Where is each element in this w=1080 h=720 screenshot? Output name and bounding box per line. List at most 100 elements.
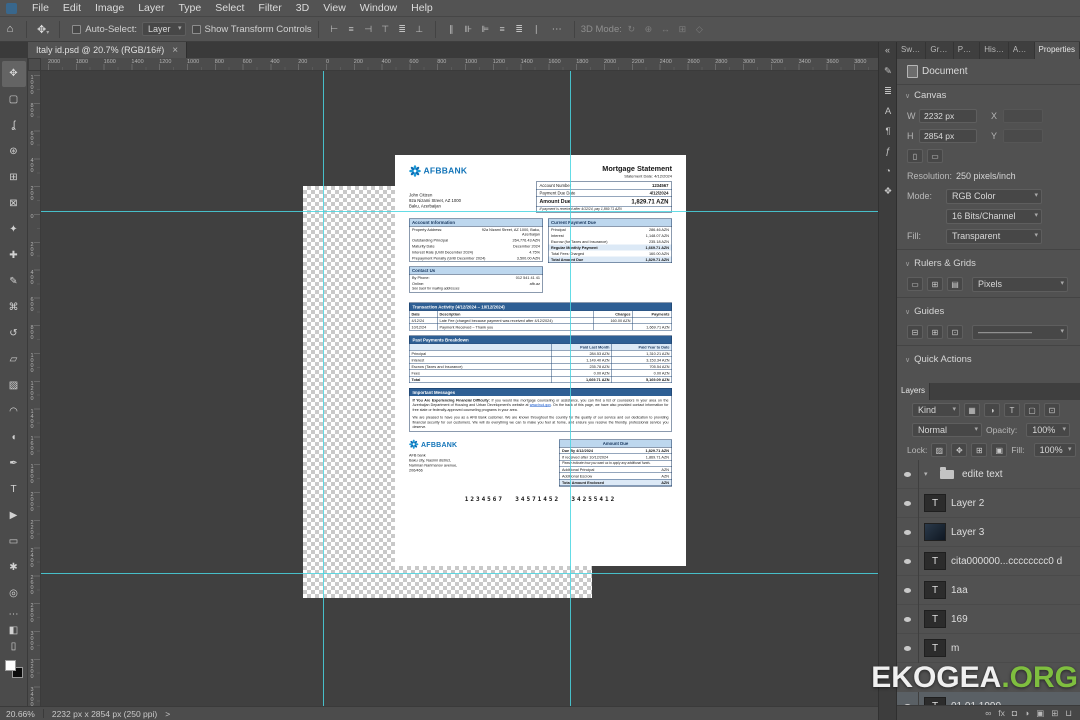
distribute-icon-2[interactable]: ⊫ [478, 24, 493, 35]
panel-tab-patte[interactable]: Patte [954, 42, 981, 59]
canvas-height-field[interactable]: 2854 px [919, 129, 977, 143]
align-icon-4[interactable]: ≣ [395, 24, 410, 35]
canvas-y-field[interactable] [1003, 129, 1043, 143]
screen-mode-icon[interactable]: ▯ [2, 639, 26, 655]
pen-tool[interactable]: ✒ [2, 451, 26, 477]
libraries-panel-icon[interactable]: ❖ [879, 181, 897, 201]
layer-visibility-toggle[interactable] [897, 517, 919, 547]
fill-dropdown[interactable]: Transparent [946, 228, 1042, 244]
align-icon-2[interactable]: ⊣ [361, 24, 376, 35]
move-tool[interactable]: ✥ [1, 61, 26, 87]
layer-row[interactable]: T Layer 2 [897, 488, 1080, 518]
guide-horizontal[interactable] [41, 573, 878, 574]
section-quick-actions[interactable]: Quick Actions [897, 349, 1080, 370]
distribute-icon-3[interactable]: ≡ [495, 24, 510, 34]
new-layer-icon[interactable]: ⊞ [1051, 709, 1058, 718]
foreground-color-swatch[interactable] [4, 660, 16, 671]
distribute-icon-1[interactable]: ⊪ [461, 24, 476, 35]
menu-item-filter[interactable]: Filter [251, 2, 288, 14]
menu-item-image[interactable]: Image [88, 2, 131, 14]
layer-row[interactable]: T 1aa [897, 575, 1080, 605]
menu-item-file[interactable]: File [25, 2, 56, 14]
dodge-tool[interactable]: ◖ [2, 425, 26, 451]
frame-tool[interactable]: ⊠ [2, 191, 26, 217]
paragraph-panel-icon[interactable]: ¶ [879, 121, 897, 141]
type-tool[interactable]: T [2, 477, 26, 503]
character-panel-icon[interactable]: A [879, 101, 897, 121]
adjustment-layer-icon[interactable]: ◑ [1024, 709, 1029, 718]
glyphs-panel-icon[interactable]: ƒ [879, 141, 897, 161]
ruler-horizontal[interactable]: 2000 1800 1600 1400 1200 1000 800 600 400 200 0 200… [41, 58, 878, 71]
section-guides[interactable]: Guides [897, 301, 1080, 322]
quick-mask-icon[interactable]: ◧ [2, 623, 26, 639]
canvas-width-field[interactable]: 2232 px [919, 109, 977, 123]
menu-item-select[interactable]: Select [208, 2, 251, 14]
ruler-vertical[interactable]: 1000 800 600 400 200 0 200 400 600 800 1000 1200 140… [28, 71, 41, 706]
layer-effects-icon[interactable]: fx [998, 709, 1005, 718]
menu-item-edit[interactable]: Edit [56, 2, 88, 14]
link-layers-icon[interactable]: ∞ [985, 709, 991, 718]
brush-settings-panel-icon[interactable]: ✎ [879, 61, 897, 81]
move-tool-options-icon[interactable]: ✥▾ [33, 23, 53, 36]
lock-icon-3[interactable]: ▣ [991, 443, 1008, 457]
layer-row[interactable]: T 169 [897, 604, 1080, 634]
home-icon[interactable]: ⌂ [0, 23, 20, 35]
guide-option-icon-2[interactable]: ⊡ [947, 325, 963, 339]
menu-item-view[interactable]: View [316, 2, 353, 14]
distribute-icon-4[interactable]: ≣ [512, 24, 527, 35]
auto-select-dropdown[interactable]: Layer [141, 22, 186, 36]
layer-visibility-toggle[interactable] [897, 604, 919, 634]
delete-layer-icon[interactable]: ⊔ [1065, 709, 1072, 718]
ruler-option-icon-1[interactable]: ⊞ [927, 277, 943, 291]
edit-toolbar-icon[interactable]: ⋯ [2, 607, 26, 623]
swatches-panel-icon[interactable]: ≣ [879, 81, 897, 101]
blend-mode-dropdown[interactable]: Normal [912, 423, 982, 437]
menu-item-3d[interactable]: 3D [289, 2, 316, 14]
units-dropdown[interactable]: Pixels [972, 276, 1068, 292]
bit-depth-dropdown[interactable]: 16 Bits/Channel [946, 208, 1042, 224]
section-rulers-grids[interactable]: Rulers & Grids [897, 253, 1080, 274]
zoom-level[interactable]: 20.66% [6, 709, 35, 719]
ruler-option-icon-2[interactable]: ▤ [947, 277, 963, 291]
marquee-tool[interactable]: ▢ [2, 87, 26, 113]
layer-filter-icon-1[interactable]: ◑ [984, 403, 1000, 417]
canvas-area[interactable]: AFBBANK Mortgage Statement Statement Dat… [41, 71, 878, 706]
layer-row[interactable]: Tcita000000...cccccccc0 d [897, 546, 1080, 576]
panel-tab-swatc[interactable]: Swatc [897, 42, 927, 59]
layer-row[interactable]: Tm [897, 633, 1080, 663]
crop-tool[interactable]: ⊞ [2, 165, 26, 191]
gradient-tool[interactable]: ▨ [2, 373, 26, 399]
panel-tab-histor[interactable]: Histor [980, 42, 1009, 59]
layer-filter-icon-4[interactable]: ⊡ [1044, 403, 1060, 417]
layer-fill-dropdown[interactable]: 100% [1033, 443, 1076, 457]
panel-tab-gradi[interactable]: Gradi [926, 42, 954, 59]
layer-filter-icon-0[interactable]: ▦ [964, 403, 980, 417]
lock-icon-2[interactable]: ⊞ [971, 443, 988, 457]
landscape-orientation-icon[interactable]: ▭ [927, 149, 943, 163]
layer-group-icon[interactable]: ▣ [1036, 709, 1044, 718]
guide-horizontal[interactable] [41, 211, 878, 212]
ruler-option-icon-0[interactable]: ▭ [907, 277, 923, 291]
color-mode-dropdown[interactable]: RGB Color [946, 188, 1042, 204]
show-transform-checkbox[interactable] [191, 24, 201, 34]
guide-vertical[interactable] [570, 71, 571, 706]
tab-close-icon[interactable]: × [172, 45, 178, 56]
eyedropper-tool[interactable]: ✦ [2, 217, 26, 243]
ruler-origin-corner[interactable] [28, 58, 41, 71]
portrait-orientation-icon[interactable]: ▯ [907, 149, 923, 163]
color-swatches[interactable] [4, 659, 24, 679]
guide-vertical[interactable] [323, 71, 324, 706]
shape-tool[interactable]: ▭ [2, 529, 26, 555]
lock-icon-1[interactable]: ✥ [951, 443, 968, 457]
menu-item-help[interactable]: Help [404, 2, 440, 14]
auto-select-checkbox[interactable] [72, 24, 82, 34]
align-icon-0[interactable]: ⊢ [327, 24, 342, 35]
zoom-tool[interactable]: ◎ [2, 581, 26, 607]
layer-row[interactable]: Layer 3 [897, 517, 1080, 547]
menu-item-window[interactable]: Window [353, 2, 404, 14]
layer-visibility-toggle[interactable] [897, 546, 919, 576]
histogram-panel-icon[interactable]: ◔ [879, 161, 897, 181]
menu-item-type[interactable]: Type [171, 2, 208, 14]
path-select-tool[interactable]: ▶ [2, 503, 26, 529]
collapse-panels-icon[interactable]: « [879, 42, 896, 61]
